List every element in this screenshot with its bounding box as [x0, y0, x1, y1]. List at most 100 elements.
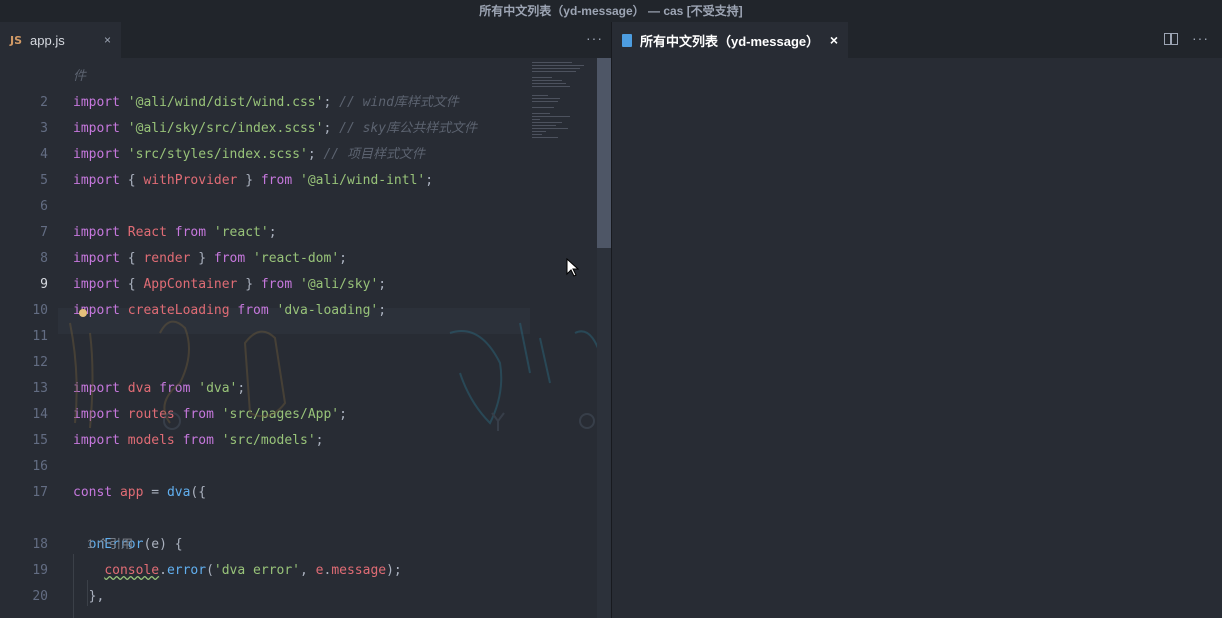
code-line: const app = dva({	[73, 480, 206, 506]
code-token: import	[73, 173, 128, 188]
split-editor-icon[interactable]	[1164, 33, 1178, 45]
code-token: 'dva error'	[213, 563, 300, 578]
code-token: ;	[323, 95, 340, 110]
minimap-line	[532, 137, 558, 138]
minimap-line	[532, 83, 566, 84]
window-title: 所有中文列表（yd-message） — cas [不受支持]	[0, 0, 1222, 22]
code-token: from	[213, 251, 254, 266]
code-line: import '@ali/wind/dist/wind.css'; // win…	[73, 90, 459, 116]
minimap-line	[532, 125, 556, 126]
code-token: routes	[127, 407, 175, 422]
code-token: ;	[339, 251, 347, 266]
minimap-line	[532, 134, 542, 135]
code-token: 'dva'	[198, 381, 238, 396]
code-token: '@ali/sky/src/index.scss'	[127, 121, 324, 136]
code-token: {	[127, 173, 144, 188]
line-number: 6	[40, 199, 48, 214]
code-token: }	[190, 251, 214, 266]
code-token: 'dva-loading'	[276, 303, 379, 318]
code-token: ;	[323, 121, 340, 136]
code-token: import	[73, 433, 128, 448]
code-line: },	[73, 584, 105, 610]
minimap-line	[532, 77, 552, 78]
minimap-line	[532, 65, 584, 66]
code-lens-references[interactable]: 1 个引用	[87, 534, 133, 554]
code-token: from	[260, 277, 300, 292]
code-token: 'react'	[213, 225, 269, 240]
left-editor-group: JS app.js × ··· 2 3 4 5 6 7 8 9 10 11 12 13 14 15 16 17…	[0, 22, 611, 618]
line-number: 11	[32, 329, 48, 344]
minimap-line	[532, 119, 540, 120]
indent-guide	[73, 554, 74, 618]
code-token: console	[104, 563, 160, 578]
code-token: from	[166, 225, 214, 240]
code-line: import '@ali/sky/src/index.scss'; // sky…	[73, 116, 477, 142]
tab-app-js[interactable]: JS app.js ×	[0, 22, 121, 58]
code-token: ;	[237, 381, 246, 396]
tab-chinese-list[interactable]: 所有中文列表（yd-message） ×	[612, 22, 848, 58]
code-token: }	[237, 277, 261, 292]
code-token: from	[174, 433, 222, 448]
minimap-line	[532, 68, 580, 69]
code-token: // sky库公共样式文件	[339, 121, 478, 136]
code-line: import dva from 'dva';	[73, 376, 245, 402]
line-number: 13	[32, 381, 48, 396]
code-editor[interactable]: 2 3 4 5 6 7 8 9 10 11 12 13 14 15 16 17 18 19 20 件 import '…	[0, 58, 611, 618]
code-token: import	[73, 121, 128, 136]
code-line: import { withProvider } from '@ali/wind-…	[73, 168, 433, 194]
code-token: 件	[73, 69, 87, 84]
code-token: );	[386, 563, 402, 578]
vertical-scrollbar[interactable]	[597, 58, 611, 618]
code-token: {	[127, 277, 144, 292]
scrollbar-thumb[interactable]	[597, 58, 611, 248]
line-number: 5	[40, 173, 48, 188]
code-area[interactable]: 件 import '@ali/wind/dist/wind.css'; // wi…	[73, 58, 531, 618]
code-token: // 项目样式文件	[323, 147, 425, 162]
code-token: ;	[307, 147, 324, 162]
tab-label: app.js	[30, 32, 65, 48]
minimap-line	[532, 86, 570, 87]
lightbulb-icon[interactable]	[79, 309, 87, 317]
code-token: import	[73, 251, 128, 266]
minimap-line	[532, 71, 576, 72]
tab-label: 所有中文列表（yd-message）	[640, 33, 820, 49]
code-token: withProvider	[143, 173, 238, 188]
mouse-pointer-icon	[566, 258, 580, 277]
close-icon[interactable]: ×	[104, 33, 111, 47]
line-number: 17	[32, 485, 48, 500]
minimap-line	[532, 98, 560, 99]
code-token: ;	[425, 173, 434, 188]
line-number: 14	[32, 407, 48, 422]
minimap[interactable]	[530, 58, 597, 168]
code-token: import	[73, 147, 128, 162]
code-token: '@ali/wind/dist/wind.css'	[127, 95, 324, 110]
code-token: {	[127, 251, 144, 266]
code-token: from	[229, 303, 277, 318]
line-number-gutter: 2 3 4 5 6 7 8 9 10 11 12 13 14 15 16 17 18 19 20	[0, 58, 58, 618]
minimap-line	[532, 131, 546, 132]
code-line: import createLoading from 'dva-loading';	[73, 298, 386, 324]
code-token: ;	[268, 225, 277, 240]
minimap-line	[532, 122, 562, 123]
line-number: 18	[32, 537, 48, 552]
code-line: import { AppContainer } from '@ali/sky';	[73, 272, 386, 298]
more-actions-icon[interactable]: ···	[586, 30, 603, 46]
line-number: 10	[32, 303, 48, 318]
code-token: =	[143, 485, 167, 500]
more-actions-icon[interactable]: ···	[1192, 30, 1209, 46]
code-token: import	[73, 381, 128, 396]
right-tab-bar: 所有中文列表（yd-message） × ···	[612, 22, 1222, 58]
code-line: import { render } from 'react-dom';	[73, 246, 347, 272]
close-icon[interactable]: ×	[830, 32, 838, 48]
code-token: message	[331, 563, 387, 578]
code-token: import	[73, 277, 128, 292]
minimap-line	[532, 128, 568, 129]
minimap-line	[532, 107, 554, 108]
code-token: from	[174, 407, 222, 422]
indent-guide	[87, 580, 88, 606]
code-token: const	[73, 485, 120, 500]
code-token: (	[206, 563, 214, 578]
minimap-line	[532, 113, 550, 114]
code-token: 'src/models'	[221, 433, 316, 448]
